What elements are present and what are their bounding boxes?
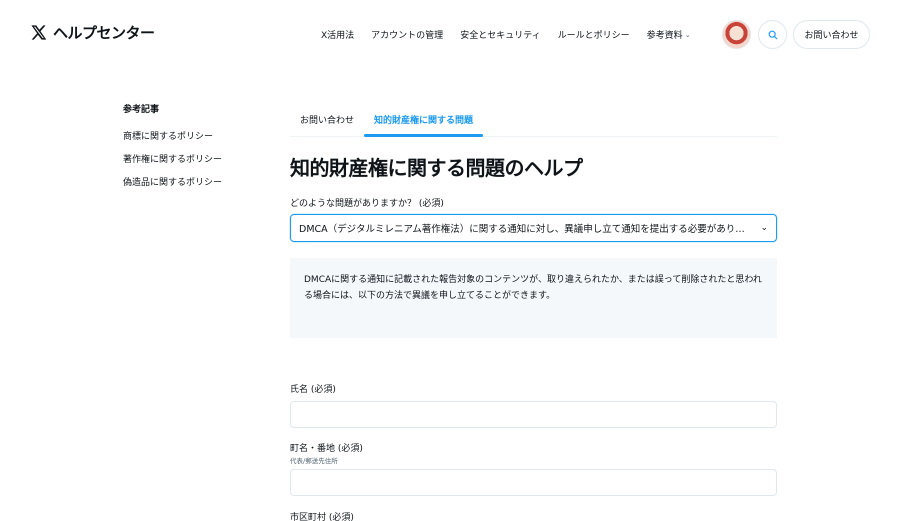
nav-item-safety[interactable]: 安全とセキュリティ: [460, 28, 540, 41]
search-button[interactable]: [758, 20, 787, 49]
city-label: 市区町村 (必須): [290, 513, 354, 521]
nav-item-account[interactable]: アカウントの管理: [371, 28, 443, 41]
tab-ip-issues[interactable]: 知的財産権に関する問題: [364, 104, 484, 137]
address-sublabel: 代表/郵送先住所: [290, 457, 338, 465]
info-text: DMCAに関する通知に記載された報告対象のコンテンツが、取り違えられたか、または…: [304, 275, 762, 301]
issue-select-value: DMCA（デジタルミレニアム著作権法）に関する通知に対し、異議申し立て通知を提出…: [299, 224, 754, 235]
site-header: ヘルプセンター X活用法 アカウントの管理 安全とセキュリティ ルールとポリシー…: [0, 0, 900, 70]
address-field-group: 町名・番地 (必須) 代表/郵送先住所: [290, 441, 777, 496]
chevron-down-icon: ⌄: [760, 223, 768, 233]
tab-bar: お問い合わせ 知的財産権に関する問題: [290, 104, 777, 137]
x-logo-icon: [31, 25, 47, 40]
tab-contact[interactable]: お問い合わせ: [290, 104, 364, 136]
name-label: 氏名 (必須): [290, 385, 336, 395]
nav-item-resources[interactable]: 参考資料 ⌄: [647, 28, 691, 42]
sidebar-item-trademark[interactable]: 商標に関するポリシー: [123, 129, 273, 142]
sidebar-item-counterfeit[interactable]: 偽造品に関するポリシー: [123, 175, 273, 188]
city-field-group: 市区町村 (必須): [290, 510, 777, 521]
info-box: DMCAに関する通知に記載された報告対象のコンテンツが、取り違えられたか、または…: [290, 258, 777, 338]
address-input[interactable]: [290, 469, 777, 496]
search-icon: [768, 30, 777, 39]
avatar[interactable]: [722, 20, 751, 49]
nav-item-how-to[interactable]: X活用法: [321, 28, 354, 41]
page-title: 知的財産権に関する問題のヘルプ: [290, 156, 583, 180]
sidebar: 参考記事 商標に関するポリシー 著作権に関するポリシー 偽造品に関するポリシー: [123, 102, 273, 198]
sidebar-item-copyright[interactable]: 著作権に関するポリシー: [123, 152, 273, 165]
chevron-down-icon: ⌄: [684, 30, 691, 39]
brand-name: ヘルプセンター: [53, 24, 155, 42]
brand[interactable]: ヘルプセンター: [30, 22, 155, 43]
address-label: 町名・番地 (必須): [290, 444, 363, 454]
main-content: お問い合わせ 知的財産権に関する問題 知的財産権に関する問題のヘルプ どのような…: [290, 104, 777, 338]
contact-button[interactable]: お問い合わせ: [793, 20, 870, 49]
nav-item-rules[interactable]: ルールとポリシー: [558, 28, 630, 41]
issue-select[interactable]: DMCA（デジタルミレニアム著作権法）に関する通知に対し、異議申し立て通知を提出…: [290, 214, 777, 242]
name-input[interactable]: [290, 401, 777, 428]
top-nav: X活用法 アカウントの管理 安全とセキュリティ ルールとポリシー 参考資料 ⌄: [321, 28, 708, 42]
issue-question-label: どのような問題がありますか？ (必須): [290, 199, 444, 209]
name-field-group: 氏名 (必須): [290, 382, 777, 428]
help-center-page: ヘルプセンター X活用法 アカウントの管理 安全とセキュリティ ルールとポリシー…: [0, 0, 900, 521]
sidebar-title: 参考記事: [123, 105, 160, 115]
